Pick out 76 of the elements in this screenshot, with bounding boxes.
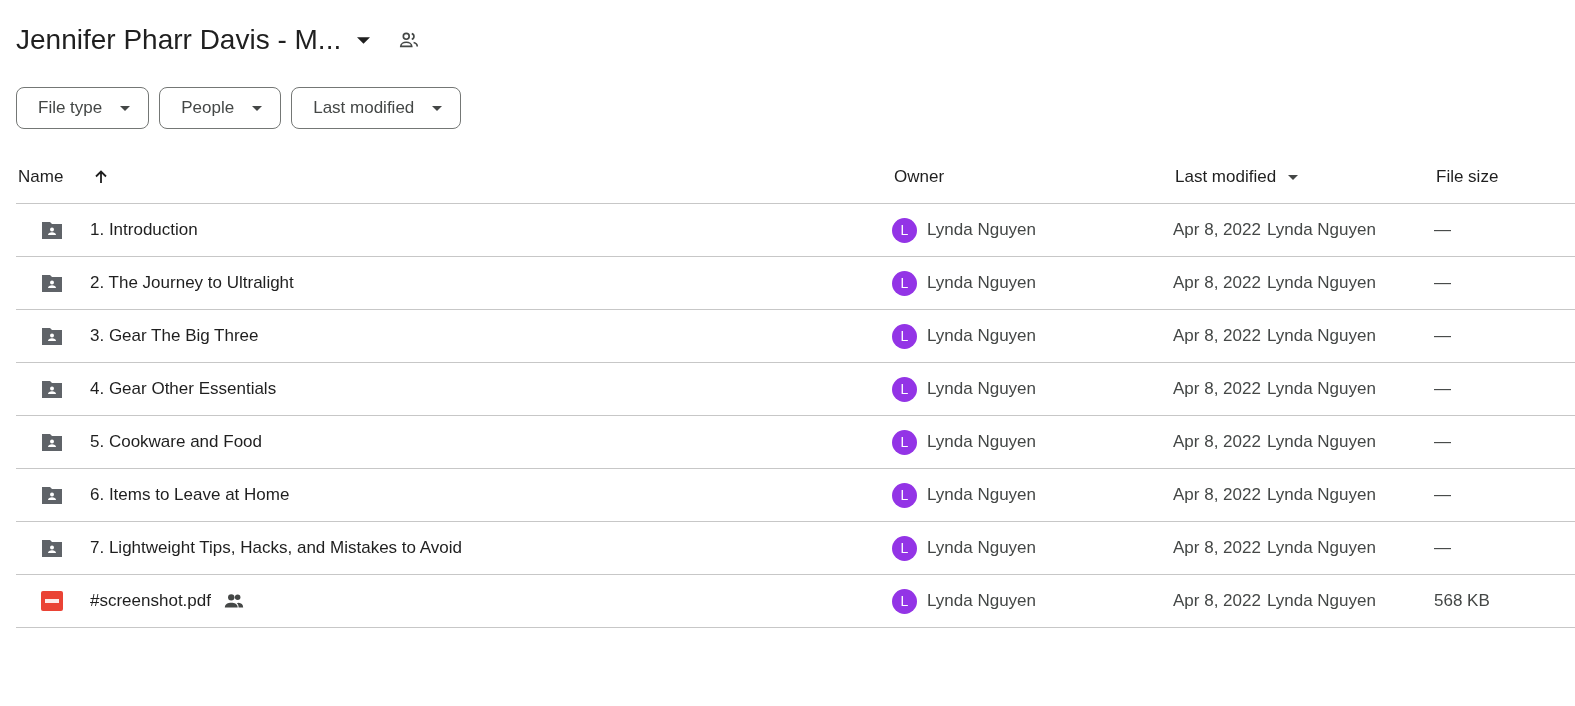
file-row[interactable]: 5. Cookware and Food L Lynda Nguyen Apr 8, 2022 Lynda Nguyen — xyxy=(16,416,1575,469)
file-name: 3. Gear The Big Three xyxy=(90,326,259,346)
modified-by: Lynda Nguyen xyxy=(1266,326,1376,346)
file-row[interactable]: 4. Gear Other Essentials L Lynda Nguyen Apr 8, 2022 Lynda Nguyen — xyxy=(16,363,1575,416)
modified-by: Lynda Nguyen xyxy=(1266,220,1376,240)
filter-chip[interactable]: People xyxy=(159,87,282,129)
owner-avatar: L xyxy=(892,323,917,349)
owner-name: Lynda Nguyen xyxy=(927,591,1036,611)
shared-folder-icon xyxy=(40,273,64,293)
file-name: 4. Gear Other Essentials xyxy=(90,379,277,399)
modified-by: Lynda Nguyen xyxy=(1266,432,1376,452)
owner-avatar: L xyxy=(892,482,917,508)
file-name: 5. Cookware and Food xyxy=(90,432,262,452)
caret-icon xyxy=(120,105,131,111)
file-name: 1. Introduction xyxy=(90,220,198,240)
file-size: — xyxy=(1434,538,1451,558)
file-row[interactable]: 3. Gear The Big Three L Lynda Nguyen Apr 8, 2022 Lynda Nguyen — xyxy=(16,310,1575,363)
file-size: 568 KB xyxy=(1434,591,1490,611)
filter-chip[interactable]: Last modified xyxy=(291,87,462,129)
file-row[interactable]: 7. Lightweight Tips, Hacks, and Mistakes to Avoid L Lynda Nguyen Apr 8, 2022 Lynda Nguyen — xyxy=(16,522,1575,575)
owner-avatar: L xyxy=(892,535,917,561)
modified-by: Lynda Nguyen xyxy=(1266,273,1376,293)
file-row[interactable]: 6. Items to Leave at Home L Lynda Nguyen Apr 8, 2022 Lynda Nguyen — xyxy=(16,469,1575,522)
file-row[interactable]: 2. The Journey to Ultralight L Lynda Nguyen Apr 8, 2022 Lynda Nguyen — xyxy=(16,257,1575,310)
modified-date: Apr 8, 2022 xyxy=(1173,538,1261,558)
modified-date: Apr 8, 2022 xyxy=(1173,273,1261,293)
owner-name: Lynda Nguyen xyxy=(927,538,1036,558)
file-name: 7. Lightweight Tips, Hacks, and Mistakes to Avoid xyxy=(90,538,462,558)
shared-folder-icon xyxy=(40,326,64,346)
owner-name: Lynda Nguyen xyxy=(927,273,1036,293)
owner-name: Lynda Nguyen xyxy=(927,379,1036,399)
caret-icon xyxy=(357,36,371,44)
file-size: — xyxy=(1434,326,1451,346)
file-size: — xyxy=(1434,485,1451,505)
filter-chip[interactable]: File type xyxy=(16,87,150,129)
modified-by: Lynda Nguyen xyxy=(1266,538,1376,558)
owner-avatar: L xyxy=(892,217,917,243)
owner-avatar: L xyxy=(892,376,917,402)
file-name: #screenshot.pdf xyxy=(90,591,211,611)
file-size: — xyxy=(1434,273,1451,293)
shared-folder-icon xyxy=(40,485,64,505)
owner-avatar: L xyxy=(892,270,917,296)
column-header[interactable]: Owner xyxy=(894,167,945,187)
owner-name: Lynda Nguyen xyxy=(927,220,1036,240)
caret-icon xyxy=(252,105,263,111)
folder-title-button[interactable]: Jennifer Pharr Davis - M... xyxy=(16,24,375,56)
modified-by: Lynda Nguyen xyxy=(1266,591,1376,611)
modified-date: Apr 8, 2022 xyxy=(1173,379,1261,399)
shared-folder-icon xyxy=(40,379,64,399)
file-row[interactable]: #screenshot.pdf L Lynda Nguyen Apr 8, 2022 Lynda Nguyen 568 KB xyxy=(16,575,1575,628)
file-size: — xyxy=(1434,379,1451,399)
modified-date: Apr 8, 2022 xyxy=(1173,220,1261,240)
caret-icon xyxy=(1288,174,1299,180)
file-row[interactable]: 1. Introduction L Lynda Nguyen Apr 8, 2022 Lynda Nguyen — xyxy=(16,204,1575,257)
file-name: 2. The Journey to Ultralight xyxy=(90,273,294,293)
owner-avatar: L xyxy=(892,588,917,614)
owner-name: Lynda Nguyen xyxy=(927,485,1036,505)
shared-folder-icon xyxy=(40,432,64,452)
file-name: 6. Items to Leave at Home xyxy=(90,485,290,505)
file-size: — xyxy=(1434,220,1451,240)
owner-name: Lynda Nguyen xyxy=(927,432,1036,452)
owner-name: Lynda Nguyen xyxy=(927,326,1036,346)
shared-folder-icon xyxy=(40,220,64,240)
column-header[interactable]: File size xyxy=(1436,167,1499,187)
modified-by: Lynda Nguyen xyxy=(1266,379,1376,399)
column-header[interactable]: Name xyxy=(18,167,110,187)
column-header[interactable]: Last modified xyxy=(1175,167,1299,187)
file-size: — xyxy=(1434,432,1451,452)
shared-folder-icon xyxy=(40,538,64,558)
modified-by: Lynda Nguyen xyxy=(1266,485,1376,505)
owner-avatar: L xyxy=(892,429,917,455)
modified-date: Apr 8, 2022 xyxy=(1173,591,1261,611)
caret-icon xyxy=(432,105,443,111)
modified-date: Apr 8, 2022 xyxy=(1173,485,1261,505)
modified-date: Apr 8, 2022 xyxy=(1173,326,1261,346)
modified-date: Apr 8, 2022 xyxy=(1173,432,1261,452)
